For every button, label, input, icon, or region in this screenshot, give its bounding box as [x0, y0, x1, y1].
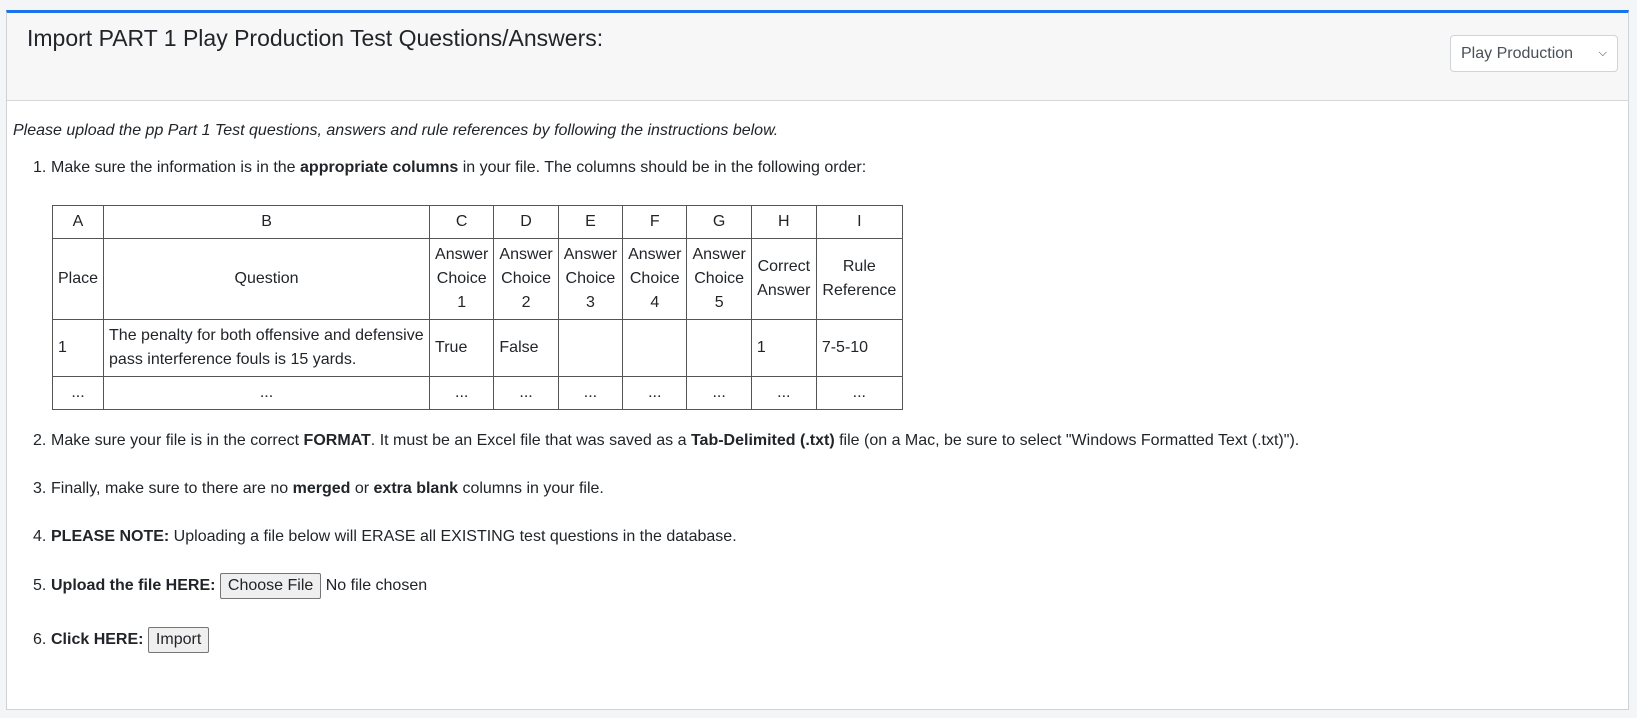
col-letter-b: B: [103, 205, 431, 239]
header-place: Place: [51, 238, 105, 320]
page-title: Import PART 1 Play Production Test Quest…: [27, 25, 604, 51]
step-1: 1. Make sure the information is in the ap…: [33, 159, 867, 176]
header-question: Question: [103, 238, 431, 320]
header-answer-choice-5: Answer Choice 5: [686, 238, 752, 320]
example-question: The penalty for both offensive and defen…: [103, 319, 431, 377]
ellipsis-row: ... ... ... ... ... ... ... ... ...: [51, 376, 903, 410]
col-letter-i: I: [815, 205, 903, 239]
ellipsis-cell: ...: [51, 376, 105, 410]
step-2: 2. Make sure your file is in the correct …: [33, 432, 1300, 449]
example-choice-5: [686, 319, 752, 377]
col-letter-c: C: [429, 205, 495, 239]
step-3: 3. Finally, make sure to there are no mer…: [33, 480, 604, 497]
header-answer-choice-1: Answer Choice 1: [429, 238, 495, 320]
step-4: 4. PLEASE NOTE: Uploading a file below wi…: [33, 528, 737, 545]
example-choice-3: [557, 319, 624, 377]
ellipsis-cell: ...: [429, 376, 495, 410]
ellipsis-cell: ...: [622, 376, 688, 410]
col-letter-d: D: [493, 205, 559, 239]
ellipsis-cell: ...: [493, 376, 559, 410]
col-letter-g: G: [686, 205, 752, 239]
column-order-table: A B C D E F G H I Place Question Answer C…: [51, 205, 903, 410]
example-place: 1: [51, 319, 105, 377]
file-status: No file chosen: [325, 577, 428, 595]
ellipsis-cell: ...: [750, 376, 817, 410]
header-answer-choice-4: Answer Choice 4: [622, 238, 688, 320]
step-5: 5. Upload the file HERE: Choose File No f…: [33, 573, 427, 599]
import-card: Import PART 1 Play Production Test Quest…: [6, 10, 1629, 710]
col-letter-h: H: [750, 205, 817, 239]
col-letter-a: A: [51, 205, 105, 239]
choose-file-button[interactable]: Choose File: [219, 573, 322, 599]
test-type-select[interactable]: Play Production ⌵: [1450, 35, 1618, 72]
ellipsis-cell: ...: [557, 376, 624, 410]
column-letter-row: A B C D E F G H I: [51, 205, 903, 239]
example-rule-reference: 7-5-10: [815, 319, 903, 377]
header-answer-choice-2: Answer Choice 2: [493, 238, 559, 320]
header-correct-answer: Correct Answer: [750, 238, 817, 320]
example-row: 1 The penalty for both offensive and def…: [51, 319, 903, 377]
example-correct-answer: 1: [750, 319, 817, 377]
col-letter-e: E: [557, 205, 624, 239]
example-choice-4: [622, 319, 688, 377]
instructions-intro: Please upload the pp Part 1 Test questio…: [13, 122, 779, 139]
example-choice-2: False: [493, 319, 559, 377]
test-type-select-value: Play Production: [1461, 44, 1574, 62]
col-letter-f: F: [622, 205, 688, 239]
chevron-down-icon: ⌵: [1598, 47, 1607, 59]
import-button[interactable]: Import: [147, 627, 210, 653]
ellipsis-cell: ...: [686, 376, 752, 410]
example-choice-1: True: [429, 319, 495, 377]
ellipsis-cell: ...: [815, 376, 903, 410]
step-6: 6. Click HERE: Import: [33, 627, 210, 653]
ellipsis-cell: ...: [103, 376, 431, 410]
header-answer-choice-3: Answer Choice 3: [557, 238, 624, 320]
header-rule-reference: Rule Reference: [815, 238, 903, 320]
card-header: Import PART 1 Play Production Test Quest…: [7, 13, 1628, 101]
column-header-row: Place Question Answer Choice 1 Answer Choic…: [51, 238, 903, 320]
